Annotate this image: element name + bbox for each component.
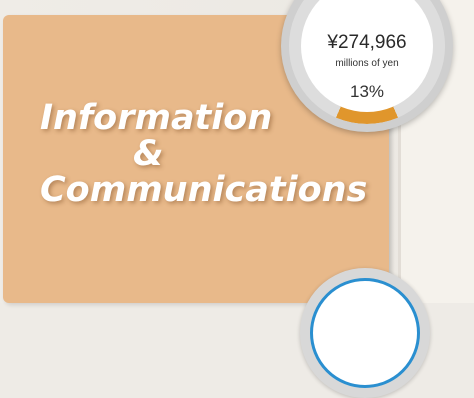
donut-center: ¥274,966 millions of yen 13% [301, 0, 433, 112]
sales-share-percent: 13% [349, 82, 385, 101]
next-segment-donut [300, 268, 430, 398]
sales-value: ¥274,966 [327, 32, 407, 53]
sales-unit: millions of yen [335, 58, 399, 69]
segment-title-line-3: Communications [40, 170, 368, 210]
next-segment-donut-ring [310, 278, 420, 388]
segment-title-ampersand: & [133, 134, 164, 174]
